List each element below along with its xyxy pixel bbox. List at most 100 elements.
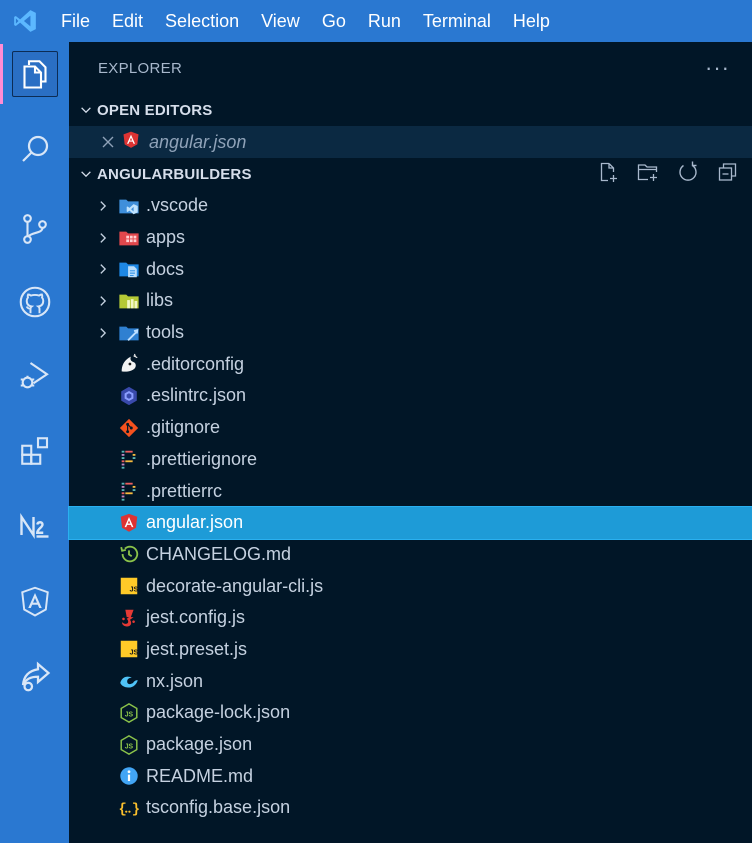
angular-icon [117, 511, 141, 535]
open-editor-item[interactable]: angular.json [69, 126, 752, 158]
json-icon: {} [117, 796, 141, 820]
explorer-icon[interactable] [0, 42, 69, 106]
file-label: package-lock.json [146, 702, 291, 723]
tree-file-gitignore[interactable]: .gitignore [69, 412, 752, 444]
nx-console-icon[interactable] [0, 494, 69, 558]
folder-label: apps [146, 227, 186, 248]
menu-edit[interactable]: Edit [101, 0, 154, 42]
menu-terminal[interactable]: Terminal [412, 0, 502, 42]
folder-label: .vscode [146, 195, 209, 216]
new-file-icon[interactable] [596, 160, 620, 188]
tree-file-eslintrc[interactable]: .eslintrc.json [69, 380, 752, 412]
tree-file-editorconfig[interactable]: .editorconfig [69, 348, 752, 380]
file-label: .eslintrc.json [146, 385, 247, 406]
tree-folder-vscode[interactable]: .vscode [69, 190, 752, 222]
menu-run[interactable]: Run [357, 0, 412, 42]
search-icon[interactable] [0, 117, 69, 181]
tree-file-decorate-angular-cli[interactable]: JS decorate-angular-cli.js [69, 570, 752, 602]
chevron-right-icon [91, 326, 115, 340]
menu-help[interactable]: Help [502, 0, 561, 42]
chevron-right-icon [91, 294, 115, 308]
svg-text:JS: JS [125, 743, 134, 750]
extensions-icon[interactable] [0, 419, 69, 483]
tree-file-readme[interactable]: README.md [69, 760, 752, 792]
editorconfig-icon [117, 352, 141, 376]
svg-text:{: { [118, 801, 126, 817]
folder-label: tools [146, 322, 185, 343]
file-label: jest.preset.js [146, 638, 248, 659]
info-icon [117, 764, 141, 788]
folder-label: libs [146, 290, 174, 311]
file-label: .prettierignore [146, 448, 258, 469]
chevron-right-icon [91, 199, 115, 213]
tree-file-tsconfig-base[interactable]: {} tsconfig.base.json [69, 792, 752, 824]
tree-folder-tools[interactable]: tools [69, 317, 752, 349]
prettier-icon [117, 479, 141, 503]
vscode-logo-icon [0, 0, 50, 42]
menu-file[interactable]: File [50, 0, 101, 42]
libs-folder-icon [117, 289, 141, 313]
tree-file-angular-json[interactable]: angular.json [68, 505, 752, 540]
file-label: README.md [146, 765, 254, 786]
more-actions-icon[interactable]: ··· [705, 57, 730, 79]
file-label: CHANGELOG.md [146, 543, 292, 564]
chevron-down-icon [75, 103, 97, 117]
open-editors-header[interactable]: OPEN EDITORS [69, 94, 752, 126]
tree-file-nx-json[interactable]: nx.json [69, 665, 752, 697]
file-tree: .vscode apps docs libs tools .editorconf… [68, 190, 752, 824]
eslint-icon [117, 384, 141, 408]
github-icon[interactable] [0, 270, 69, 334]
tree-file-package-json[interactable]: JS package.json [69, 729, 752, 761]
chevron-right-icon [91, 262, 115, 276]
file-label: jest.config.js [146, 607, 246, 628]
explorer-sidebar: EXPLORER ··· OPEN EDITORS angular.json A… [68, 42, 752, 843]
nodejs-icon: JS [117, 733, 141, 757]
open-editor-label: angular.json [149, 131, 247, 152]
refresh-icon[interactable] [676, 160, 700, 188]
changelog-icon [117, 542, 141, 566]
folder-label: docs [146, 258, 185, 279]
tree-file-jest-preset[interactable]: JS jest.preset.js [69, 634, 752, 666]
jest-icon [117, 606, 141, 630]
git-icon [117, 416, 141, 440]
file-label: .gitignore [146, 417, 221, 438]
file-label: package.json [146, 734, 253, 755]
close-icon[interactable] [97, 135, 119, 149]
tree-file-package-lock[interactable]: JS package-lock.json [69, 697, 752, 729]
tree-folder-apps[interactable]: apps [69, 222, 752, 254]
svg-text:JS: JS [129, 648, 138, 657]
menu-selection[interactable]: Selection [154, 0, 250, 42]
tree-folder-libs[interactable]: libs [69, 285, 752, 317]
chevron-right-icon [91, 231, 115, 245]
apps-folder-icon [117, 226, 141, 250]
prettier-icon [117, 447, 141, 471]
tree-file-jest-config[interactable]: jest.config.js [69, 602, 752, 634]
js-icon: JS [117, 637, 141, 661]
file-label: decorate-angular-cli.js [146, 575, 324, 596]
source-control-icon[interactable] [0, 197, 69, 261]
svg-text:}: } [132, 801, 140, 817]
workspace-header[interactable]: ANGULARBUILDERS [69, 158, 752, 190]
tree-file-prettierignore[interactable]: .prettierignore [69, 444, 752, 476]
docs-folder-icon [117, 257, 141, 281]
new-folder-icon[interactable] [636, 160, 660, 188]
vscode-folder-icon [117, 194, 141, 218]
collapse-all-icon[interactable] [716, 160, 740, 188]
tree-file-prettierrc[interactable]: .prettierrc [69, 475, 752, 507]
nx-icon [117, 669, 141, 693]
activity-bar [0, 42, 69, 843]
chevron-down-icon [75, 167, 97, 181]
file-label: angular.json [146, 512, 244, 533]
angular-icon[interactable] [0, 570, 69, 634]
run-debug-icon[interactable] [0, 343, 69, 407]
svg-text:JS: JS [129, 585, 138, 594]
file-label: tsconfig.base.json [146, 797, 291, 818]
file-label: nx.json [146, 670, 204, 691]
tree-file-changelog[interactable]: CHANGELOG.md [69, 539, 752, 571]
live-share-icon[interactable] [0, 644, 69, 708]
menu-view[interactable]: View [250, 0, 311, 42]
angular-icon [121, 130, 141, 155]
menu-go[interactable]: Go [311, 0, 357, 42]
nodejs-icon: JS [117, 701, 141, 725]
tree-folder-docs[interactable]: docs [69, 253, 752, 285]
